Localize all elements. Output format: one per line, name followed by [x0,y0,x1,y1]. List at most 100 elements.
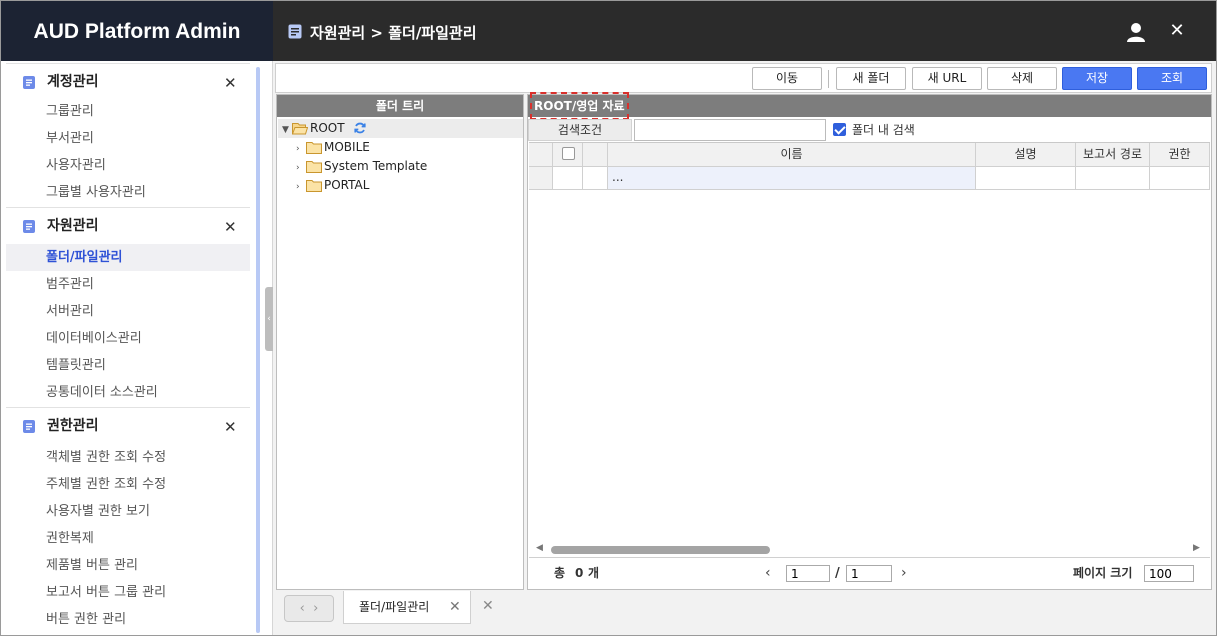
content-panel: ROOT/영업 자료 검색조건 폴더 내 검색 이름 설명 보고서 경로 권한 [527,92,1212,590]
file-grid: 이름 설명 보고서 경로 권한 ... [529,142,1210,542]
app-header: AUD Platform Admin 자원관리 > 폴더/파일관리 ✕ [1,1,1216,61]
row-permission-cell[interactable] [1150,167,1210,190]
breadcrumb: 자원관리 > 폴더/파일관리 [288,1,477,61]
column-header-description[interactable]: 설명 [976,143,1076,167]
sidebar-item-product-button[interactable]: 제품별 버튼 관리 [6,552,250,579]
sidebar-section-resource[interactable]: 자원관리 ✕ [6,207,250,243]
tree-node-root[interactable]: ▼ ROOT [282,119,366,138]
table-row[interactable]: ... [529,167,1210,190]
horizontal-scrollbar[interactable]: ◀ ▶ [529,542,1210,557]
sidebar-item-group[interactable]: 그룹관리 [6,98,250,125]
next-page-icon[interactable]: › [901,558,907,589]
new-folder-button[interactable]: 새 폴더 [836,67,906,90]
open-tabs-bar: ‹ › 폴더/파일관리 ✕ ✕ [275,591,1212,635]
column-header-name[interactable]: 이름 [608,143,976,167]
page-size-label: 페이지 크기 [1073,566,1133,580]
row-check-cell[interactable] [553,167,583,190]
tree-node-mobile[interactable]: › MOBILE [296,138,370,157]
search-input[interactable] [634,119,826,141]
row-header-cell [529,167,553,190]
prev-page-icon[interactable]: ‹ [765,558,771,589]
tree-node-system-template[interactable]: › System Template [296,157,427,176]
close-tab-icon[interactable]: ✕ [449,591,461,623]
column-header-permission[interactable]: 권한 [1150,143,1210,167]
collapse-section-icon[interactable]: ✕ [224,64,237,102]
section-title: 자원관리 [47,218,99,234]
folder-tree-title: 폴더 트리 [277,95,523,117]
sidebar-scrollbar[interactable] [256,67,260,633]
sidebar-item-server[interactable]: 서버관리 [6,298,250,325]
sidebar-collapse-handle[interactable]: ‹ [265,287,273,351]
sidebar-section-account[interactable]: 계정관리 ✕ [6,63,250,99]
search-row: 검색조건 폴더 내 검색 [528,118,1211,142]
sidebar-item-category[interactable]: 범주관리 [6,271,250,298]
sidebar-item-subject-permission[interactable]: 주체별 권한 조회 수정 [6,471,250,498]
sidebar-item-database[interactable]: 데이터베이스관리 [6,325,250,352]
total-count: 0 [575,566,584,580]
current-page-input[interactable] [786,565,830,582]
save-button[interactable]: 저장 [1062,67,1132,90]
grid-header-row: 이름 설명 보고서 경로 권한 [529,143,1210,167]
select-all-cell [553,143,583,167]
section-title: 계정관리 [47,74,99,90]
grid-corner-cell [529,143,553,167]
tree-node-label: MOBILE [324,140,370,154]
sidebar-item-object-permission[interactable]: 객체별 권한 조회 수정 [6,444,250,471]
breadcrumb-text: 자원관리 > 폴더/파일관리 [310,24,477,42]
current-path: ROOT/영업 자료 [530,92,629,120]
column-header-report-path[interactable]: 보고서 경로 [1076,143,1150,167]
app-title: AUD Platform Admin [1,1,273,61]
page-separator: / [835,566,840,581]
document-icon [23,420,35,436]
sidebar-item-user-permission[interactable]: 사용자별 권한 보기 [6,498,250,525]
user-icon[interactable] [1125,21,1147,43]
sidebar-item-group-user[interactable]: 그룹별 사용자관리 [6,179,250,206]
close-all-tabs-icon[interactable]: ✕ [482,591,494,621]
sidebar-item-permission-copy[interactable]: 권한복제 [6,525,250,552]
row-report-path-cell[interactable] [1076,167,1150,190]
tree-node-label: ROOT [310,121,345,135]
move-button[interactable]: 이동 [752,67,822,90]
sidebar-item-user[interactable]: 사용자관리 [6,152,250,179]
collapse-section-icon[interactable]: ✕ [224,208,237,246]
delete-button[interactable]: 삭제 [987,67,1057,90]
sidebar: 계정관리 ✕ 그룹관리 부서관리 사용자관리 그룹별 사용자관리 자원관리 ✕ … [1,61,273,635]
search-in-folder-checkbox[interactable] [833,123,846,136]
row-name-cell[interactable]: ... [608,167,976,190]
search-in-folder-label: 폴더 내 검색 [852,123,915,137]
tree-node-portal[interactable]: › PORTAL [296,176,369,195]
tab-nav-arrows[interactable]: ‹ › [284,595,334,622]
tab-folder-file[interactable]: 폴더/파일관리 ✕ [343,591,471,624]
sidebar-item-button-permission[interactable]: 버튼 권한 관리 [6,606,250,633]
toolbar: 이동 새 폴더 새 URL 삭제 저장 조회 [275,63,1212,93]
sidebar-section-permission[interactable]: 권한관리 ✕ [6,407,250,443]
toolbar-divider [828,70,829,88]
tab-label: 폴더/파일관리 [359,600,430,614]
select-all-checkbox[interactable] [562,147,575,160]
chevron-right-icon[interactable]: › [296,178,306,197]
scrollbar-thumb[interactable] [551,546,770,554]
document-icon [288,2,302,66]
new-url-button[interactable]: 새 URL [912,67,982,90]
section-title: 권한관리 [47,418,99,434]
scroll-right-icon[interactable]: ▶ [1193,543,1200,553]
total-label: 총 [554,566,566,580]
sidebar-item-folder-file[interactable]: 폴더/파일관리 [6,244,250,271]
app-window: AUD Platform Admin 자원관리 > 폴더/파일관리 ✕ 계정관리… [0,0,1217,636]
tree-node-label: System Template [324,159,428,173]
collapse-section-icon[interactable]: ✕ [224,408,237,446]
search-button[interactable]: 조회 [1137,67,1207,90]
sidebar-item-template[interactable]: 템플릿관리 [6,352,250,379]
scroll-left-icon[interactable]: ◀ [536,543,543,553]
total-pages-field [846,565,892,582]
row-description-cell[interactable] [976,167,1076,190]
sidebar-item-department[interactable]: 부서관리 [6,125,250,152]
close-icon[interactable]: ✕ [1166,19,1188,43]
document-icon [23,76,35,92]
sidebar-item-common-datasource[interactable]: 공통데이터 소스관리 [6,379,250,406]
chevron-down-icon[interactable]: ▼ [282,121,292,140]
sidebar-item-report-button-group[interactable]: 보고서 버튼 그룹 관리 [6,579,250,606]
folder-icon [306,179,322,198]
search-condition-label: 검색조건 [528,119,632,141]
page-size-input[interactable] [1144,565,1194,582]
